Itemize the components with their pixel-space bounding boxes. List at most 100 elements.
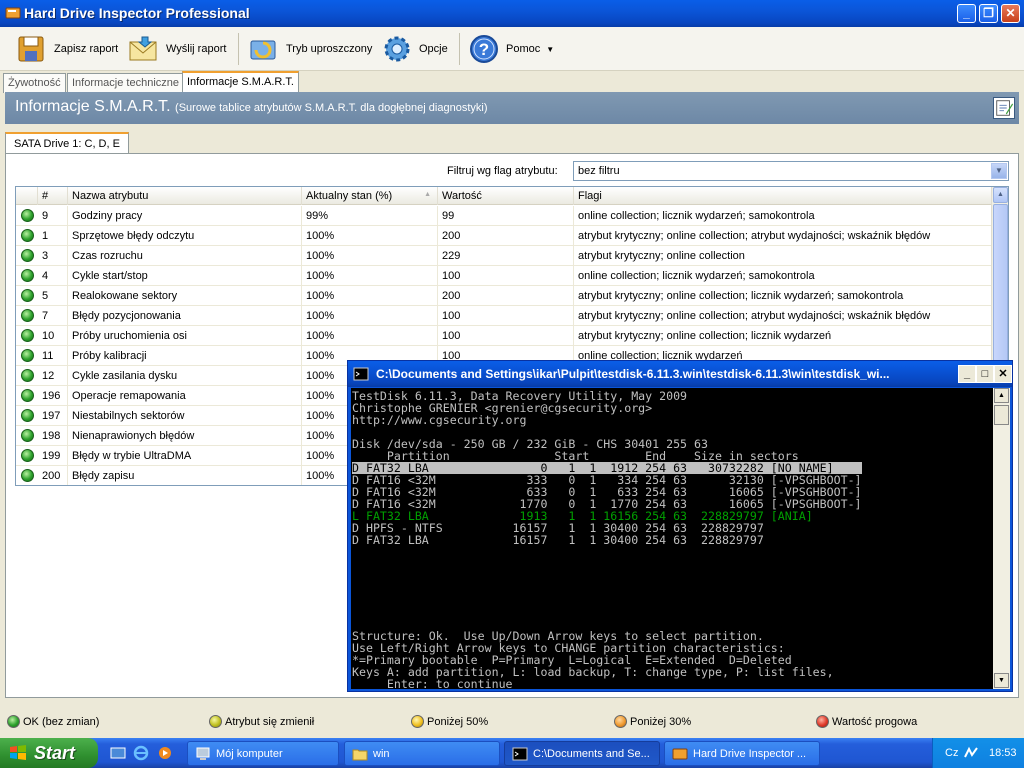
- chevron-down-icon[interactable]: ▼: [991, 163, 1007, 179]
- console-minimize-button[interactable]: _: [958, 365, 976, 383]
- scroll-up-icon[interactable]: ▲: [993, 187, 1008, 203]
- task-win-folder[interactable]: win: [344, 741, 500, 766]
- testdisk-console-window[interactable]: C:\Documents and Settings\ikar\Pulpit\te…: [347, 360, 1013, 692]
- simple-mode-icon: [250, 40, 276, 60]
- status-ok-icon: [21, 369, 34, 382]
- cell-name: Niestabilnych sektorów: [68, 406, 302, 426]
- column-header-flags[interactable]: Flagi: [574, 187, 992, 205]
- cell-name: Błędy pozycjonowania: [68, 306, 302, 326]
- cell-flags: atrybut krytyczny; online collection: [574, 246, 992, 266]
- tab-lifespan[interactable]: Żywotność: [3, 73, 66, 93]
- console-icon: [353, 367, 369, 381]
- options-button[interactable]: Opcje: [381, 31, 448, 67]
- language-indicator[interactable]: Cz: [945, 747, 958, 759]
- cell-id: 12: [38, 366, 68, 386]
- cell-name: Cykle zasilania dysku: [68, 366, 302, 386]
- task-my-computer[interactable]: Mój komputer: [187, 741, 339, 766]
- console-line: Enter: to continue: [352, 677, 513, 689]
- table-row[interactable]: 3 Czas rozruchu 100% 229 atrybut krytyczny; …: [16, 246, 992, 266]
- cell-name: Operacje remapowania: [68, 386, 302, 406]
- task-label: C:\Documents and Se...: [533, 747, 650, 760]
- console-output[interactable]: TestDisk 6.11.3, Data Recovery Utility, …: [351, 388, 993, 689]
- cell-flags: atrybut krytyczny; online collection; li…: [574, 326, 992, 346]
- scroll-up-icon[interactable]: ▲: [994, 388, 1009, 403]
- simple-mode-button[interactable]: Tryb uproszczony: [248, 31, 372, 67]
- send-report-label: Wyślij raport: [166, 43, 227, 55]
- status-ok-icon: [21, 349, 34, 362]
- cell-id: 1: [38, 226, 68, 246]
- status-ok-icon: [21, 309, 34, 322]
- column-header-value[interactable]: Wartość: [438, 187, 574, 205]
- network-icon[interactable]: [963, 745, 979, 761]
- edit-notes-icon[interactable]: [993, 97, 1015, 119]
- gear-icon: [384, 36, 410, 62]
- task-testdisk-console[interactable]: C:\Documents and Se...: [504, 741, 660, 766]
- console-close-button[interactable]: ✕: [994, 365, 1012, 383]
- cell-name: Sprzętowe błędy odczytu: [68, 226, 302, 246]
- title-bar[interactable]: Hard Drive Inspector Professional _ ❐ ✕: [0, 0, 1024, 27]
- floppy-disk-icon: [18, 36, 44, 62]
- clock[interactable]: 18:53: [989, 747, 1017, 759]
- console-maximize-button[interactable]: □: [976, 365, 994, 383]
- sort-ascending-icon: ▲: [424, 191, 431, 198]
- save-report-button[interactable]: Zapisz raport: [16, 31, 118, 67]
- cell-current: 100%: [302, 286, 438, 306]
- folder-icon: [352, 749, 368, 760]
- filter-label: Filtruj wg flag atrybutu:: [447, 165, 558, 177]
- console-text: TestDisk 6.11.3, Data Recovery Utility, …: [352, 390, 862, 689]
- column-header-name[interactable]: Nazwa atrybutu: [68, 187, 302, 205]
- table-row[interactable]: 1 Sprzętowe błędy odczytu 100% 200 atrybut k…: [16, 226, 992, 246]
- toolbar-separator: [459, 33, 460, 65]
- yellow-green-dot-icon: [209, 715, 222, 728]
- maximize-button[interactable]: ❐: [979, 4, 998, 23]
- table-row[interactable]: 7 Błędy pozycjonowania 100% 100 atrybut kryt…: [16, 306, 992, 326]
- column-header-current[interactable]: Aktualny stan (%) ▲: [302, 187, 438, 205]
- cell-current: 99%: [302, 206, 438, 226]
- legend-item-below-50: Poniżej 50%: [411, 715, 488, 728]
- tab-technical-info[interactable]: Informacje techniczne: [67, 73, 184, 93]
- cell-name: Czas rozruchu: [68, 246, 302, 266]
- cell-current: 100%: [302, 246, 438, 266]
- legend-label: Poniżej 30%: [630, 715, 692, 728]
- main-window: Hard Drive Inspector Professional _ ❐ ✕ …: [0, 0, 1024, 738]
- cell-flags: online collection; licznik wydarzeń; sam…: [574, 206, 992, 226]
- tab-drive-1[interactable]: SATA Drive 1: C, D, E: [5, 132, 129, 154]
- attribute-filter-dropdown[interactable]: bez filtru ▼: [573, 161, 1009, 181]
- column-header-id[interactable]: #: [38, 187, 68, 205]
- tab-smart-info[interactable]: Informacje S.M.A.R.T.: [182, 71, 299, 93]
- cell-current: 100%: [302, 326, 438, 346]
- status-legend: OK (bez zmian) Atrybut się zmienił Poniż…: [0, 711, 1024, 735]
- table-row[interactable]: 10 Próby uruchomienia osi 100% 100 atrybut k…: [16, 326, 992, 346]
- taskbar: Start Mój komputer win C:\Documents and …: [0, 738, 1024, 768]
- media-player-icon[interactable]: [157, 745, 173, 761]
- status-ok-icon: [21, 229, 34, 242]
- help-menu-button[interactable]: ? Pomoc ▼: [468, 31, 554, 67]
- help-icon: ?: [470, 35, 498, 63]
- status-column-header[interactable]: [16, 187, 38, 205]
- cell-name: Błędy zapisu: [68, 466, 302, 485]
- cell-value: 200: [438, 286, 574, 306]
- start-button[interactable]: Start: [0, 738, 98, 768]
- table-header: # Nazwa atrybutu Aktualny stan (%) ▲ War…: [16, 187, 992, 205]
- table-row[interactable]: 5 Realokowane sektory 100% 200 atrybut kryty…: [16, 286, 992, 306]
- status-ok-icon: [21, 449, 34, 462]
- app-icon: [672, 748, 688, 759]
- minimize-button[interactable]: _: [957, 4, 976, 23]
- scroll-down-icon[interactable]: ▼: [994, 673, 1009, 688]
- send-report-button[interactable]: Wyślij raport: [128, 31, 226, 67]
- cell-id: 197: [38, 406, 68, 426]
- internet-explorer-icon[interactable]: [133, 745, 149, 761]
- close-button[interactable]: ✕: [1001, 4, 1020, 23]
- cell-value: 229: [438, 246, 574, 266]
- app-icon: [5, 7, 21, 19]
- table-row[interactable]: 9 Godziny pracy 99% 99 online collection; li…: [16, 206, 992, 226]
- console-scrollbar[interactable]: ▲ ▼: [993, 388, 1010, 689]
- show-desktop-icon[interactable]: [110, 745, 126, 761]
- yellow-dot-icon: [411, 715, 424, 728]
- table-row[interactable]: 4 Cykle start/stop 100% 100 online collectio…: [16, 266, 992, 286]
- console-title-bar[interactable]: C:\Documents and Settings\ikar\Pulpit\te…: [348, 361, 1012, 387]
- scrollbar-thumb[interactable]: [994, 405, 1009, 425]
- task-hard-drive-inspector[interactable]: Hard Drive Inspector ...: [664, 741, 820, 766]
